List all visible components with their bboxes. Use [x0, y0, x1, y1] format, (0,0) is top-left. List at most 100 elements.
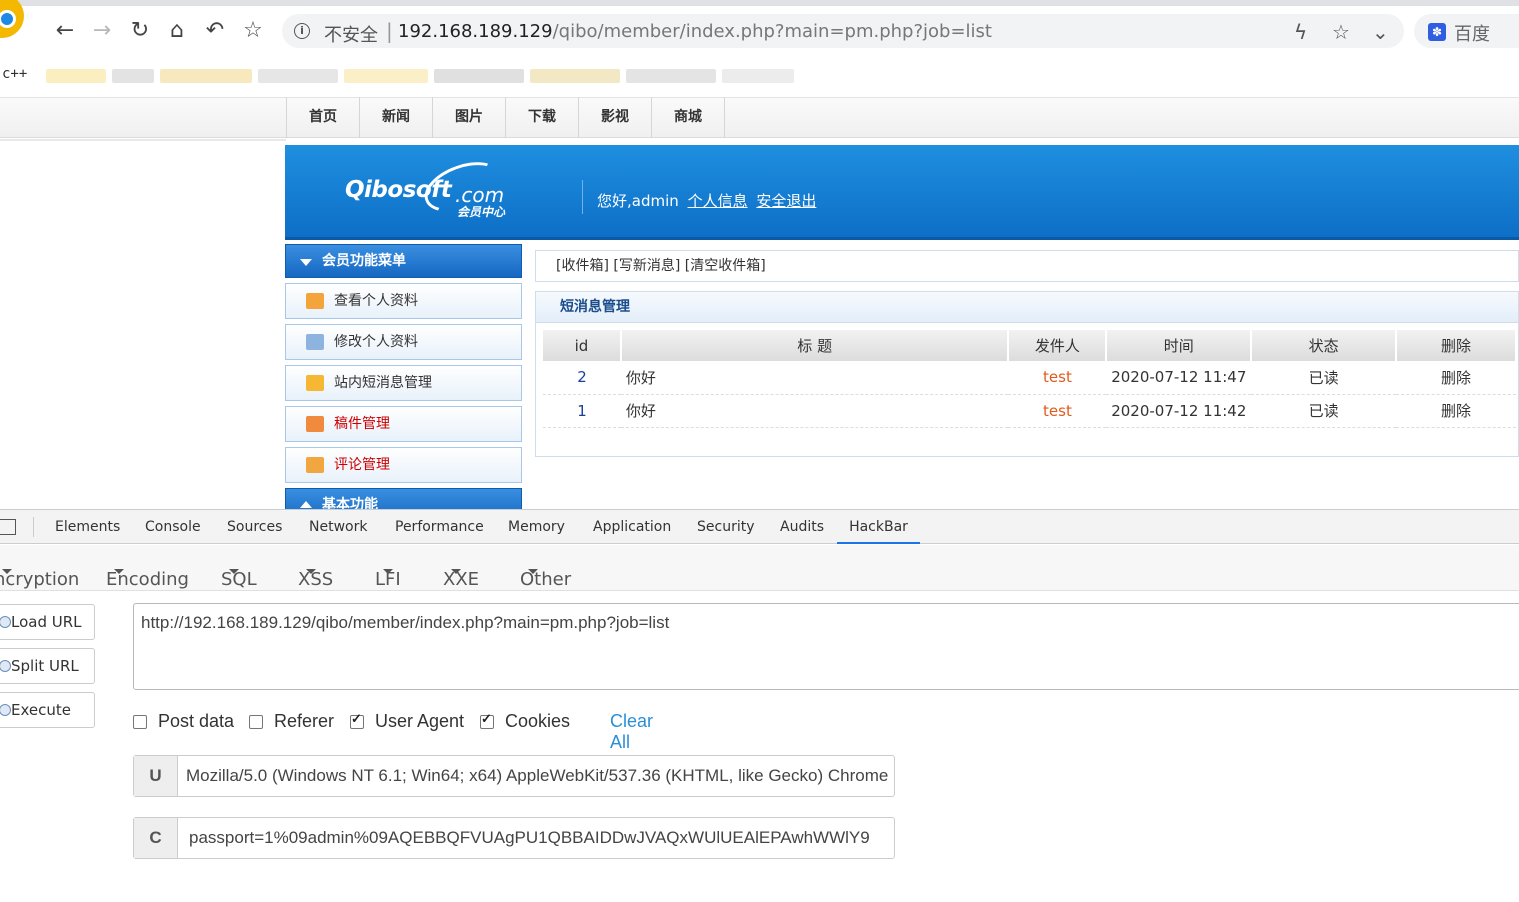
table-row: 2 你好 test 2020-07-12 11:47 已读 删除: [543, 361, 1516, 395]
cookies-checkbox[interactable]: [480, 711, 494, 729]
reload-icon[interactable]: ↻: [127, 18, 153, 44]
chevron-down-icon[interactable]: ⌄: [1372, 20, 1389, 44]
option-cookies[interactable]: Cookies: [480, 711, 570, 732]
back-icon[interactable]: ←: [52, 18, 78, 44]
sidebar-item-messages[interactable]: 站内短消息管理: [285, 365, 522, 401]
nav-downloads[interactable]: 下载: [505, 97, 578, 138]
user-agent-checkbox[interactable]: [350, 711, 364, 729]
delete-link[interactable]: 删除: [1396, 361, 1516, 395]
tab-security[interactable]: Security: [697, 510, 755, 544]
msg-time: 2020-07-12 11:42: [1106, 394, 1252, 428]
option-post-data[interactable]: Post data: [133, 711, 234, 732]
nav-pictures[interactable]: 图片: [432, 97, 505, 138]
blurred-bookmark[interactable]: [258, 69, 338, 83]
nav-home[interactable]: 首页: [286, 97, 359, 138]
tab-elements[interactable]: Elements: [55, 510, 120, 544]
expand-arrow-icon: [300, 501, 312, 508]
col-header-from: 发件人: [1008, 330, 1108, 361]
browser-logo-icon[interactable]: [0, 0, 24, 38]
home-icon[interactable]: ⌂: [164, 18, 190, 44]
tab-hackbar[interactable]: HackBar: [837, 510, 920, 544]
user-agent-row: U Mozilla/5.0 (Windows NT 6.1; Win64; x6…: [133, 755, 895, 797]
url-path: /qibo/member/index.php?main=pm.php?job=l…: [552, 21, 992, 42]
sidebar-header-basic[interactable]: 基本功能: [285, 488, 522, 509]
blurred-bookmark[interactable]: [344, 69, 428, 83]
hackbar-url-input[interactable]: http://192.168.189.129/qibo/member/index…: [133, 603, 1519, 690]
msg-id[interactable]: 1: [543, 394, 621, 428]
tab-application[interactable]: Application: [593, 510, 671, 544]
undo-icon[interactable]: ↶: [202, 18, 228, 44]
member-banner: Qibosoft .com 会员中心 您好,admin 个人信息 安全退出: [285, 145, 1519, 240]
star-icon[interactable]: ☆: [1332, 20, 1350, 44]
site-logo[interactable]: Qibosoft .com 会员中心: [345, 152, 545, 227]
sidebar-item-label: 站内短消息管理: [334, 375, 432, 391]
articles-icon: [306, 416, 324, 432]
bookmark-item[interactable]: c++: [2, 66, 27, 82]
device-toolbar-icon[interactable]: [0, 519, 16, 535]
msg-id[interactable]: 2: [543, 361, 621, 395]
cookie-input[interactable]: passport=1%09admin%09AQEBBQFVUAgPU1QBBAI…: [189, 818, 891, 858]
tab-network[interactable]: Network: [309, 510, 367, 544]
web-page: 首页 新闻 图片 下载 影视 商城 Qibosoft .com 会员中心 您好,…: [0, 94, 1519, 509]
blurred-bookmark[interactable]: [722, 69, 794, 83]
msg-from[interactable]: test: [1008, 394, 1107, 428]
user-agent-input[interactable]: Mozilla/5.0 (Windows NT 6.1; Win64; x64)…: [186, 756, 888, 796]
blurred-bookmark[interactable]: [46, 69, 106, 83]
load-url-button[interactable]: Load URL: [0, 604, 95, 640]
tab-audits[interactable]: Audits: [780, 510, 824, 544]
browser-toolbar: ← → ↻ ⌂ ↶ ☆ i 不安全 | 192.168.189.129/qibo…: [0, 0, 1519, 58]
forward-icon[interactable]: →: [89, 18, 115, 44]
sidebar-item-view-profile[interactable]: 查看个人资料: [285, 283, 522, 319]
sidebar-header-label: 会员功能菜单: [322, 253, 406, 269]
referer-checkbox[interactable]: [249, 715, 263, 729]
logout-link[interactable]: 安全退出: [756, 192, 816, 210]
tab-performance[interactable]: Performance: [395, 510, 484, 544]
col-header-status: 状态: [1251, 330, 1398, 361]
blurred-bookmark[interactable]: [530, 69, 620, 83]
table-row: 1 你好 test 2020-07-12 11:42 已读 删除: [543, 394, 1516, 428]
msg-title[interactable]: 你好: [620, 394, 1009, 428]
msg-status: 已读: [1251, 361, 1397, 395]
post-data-checkbox[interactable]: [133, 715, 147, 729]
blurred-bookmark[interactable]: [434, 69, 524, 83]
nav-shop[interactable]: 商城: [651, 97, 725, 138]
nav-news[interactable]: 新闻: [359, 97, 432, 138]
tab-console[interactable]: Console: [145, 510, 201, 544]
play-icon: [0, 704, 11, 716]
sidebar-item-edit-profile[interactable]: 修改个人资料: [285, 324, 522, 360]
option-user-agent[interactable]: User Agent: [350, 711, 464, 732]
logo-text: Qibosoft: [345, 177, 452, 203]
sidebar-item-comments[interactable]: 评论管理: [285, 447, 522, 483]
address-bar[interactable]: i 不安全 | 192.168.189.129/qibo/member/inde…: [282, 14, 1404, 48]
user-greeting-bar: 您好,admin 个人信息 安全退出: [597, 190, 816, 211]
clear-all-link[interactable]: Clear All: [610, 711, 653, 753]
bookmarks-bar: c++: [0, 58, 1519, 94]
button-label: Execute: [11, 701, 71, 719]
execute-button[interactable]: Execute: [0, 692, 95, 728]
tab-memory[interactable]: Memory: [508, 510, 565, 544]
blurred-bookmark[interactable]: [112, 69, 154, 83]
split-url-button[interactable]: Split URL: [0, 648, 95, 684]
blurred-bookmark[interactable]: [160, 69, 252, 83]
sidebar-item-articles[interactable]: 稿件管理: [285, 406, 522, 442]
sidebar-header[interactable]: 会员功能菜单: [285, 244, 522, 278]
option-label: Cookies: [505, 711, 571, 731]
tab-sources[interactable]: Sources: [227, 510, 282, 544]
info-icon[interactable]: i: [294, 23, 310, 39]
bookmark-star-icon[interactable]: ☆: [240, 18, 266, 44]
message-actions[interactable]: [收件箱] [写新消息] [清空收件箱]: [535, 250, 1519, 282]
hackbar-menu: ncryption Encoding SQL XSS LFI XXE Other: [0, 545, 1519, 591]
lightning-icon[interactable]: ϟ: [1294, 20, 1307, 44]
msg-from[interactable]: test: [1008, 361, 1107, 395]
blurred-bookmark[interactable]: [626, 69, 716, 83]
cookie-row: C passport=1%09admin%09AQEBBQFVUAgPU1QBB…: [133, 817, 895, 859]
delete-link[interactable]: 删除: [1396, 394, 1516, 428]
url-text[interactable]: 192.168.189.129/qibo/member/index.php?ma…: [398, 21, 992, 42]
option-referer[interactable]: Referer: [249, 711, 334, 732]
profile-link[interactable]: 个人信息: [688, 192, 748, 210]
nav-video[interactable]: 影视: [578, 97, 651, 138]
search-engine-box[interactable]: ✽ 百度: [1414, 14, 1519, 48]
msg-title[interactable]: 你好: [620, 361, 1009, 395]
sidebar-header-label: 基本功能: [322, 497, 378, 509]
cookie-key: C: [134, 818, 178, 858]
